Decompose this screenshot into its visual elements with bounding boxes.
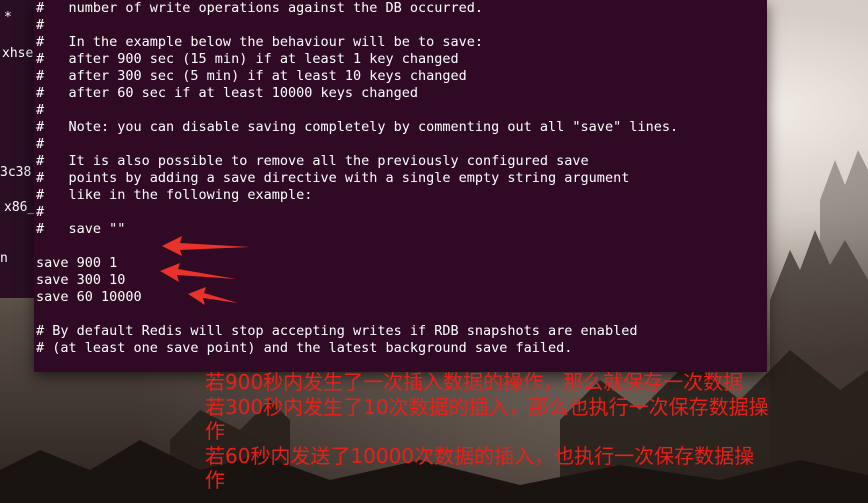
terminal-line: # save ""	[36, 221, 126, 237]
terminal-line: # (at least one save point) and the late…	[36, 340, 573, 356]
annotation-notes: 若900秒内发生了一次插入数据的操作，那么就保存一次数据 若300秒内发生了10…	[205, 370, 868, 493]
terminal-line: # Note: you can disable saving completel…	[36, 119, 679, 135]
terminal-line: # In the example below the behaviour wil…	[36, 34, 484, 50]
background-terminal-text: 3c38	[0, 165, 32, 180]
annotation-line: 若300秒内发生了10次数据的插入，那么也执行一次保存数据操	[205, 394, 769, 419]
terminal-line: # after 900 sec (15 min) if at least 1 k…	[36, 51, 459, 67]
background-terminal-text: n	[0, 251, 8, 266]
terminal-line: # It is also possible to remove all the …	[36, 153, 589, 169]
terminal-line: # after 300 sec (5 min) if at least 10 k…	[36, 68, 467, 84]
annotation-line: 若60秒内发送了10000次数据的插入，也执行一次保存数据操	[205, 443, 755, 468]
terminal-line: # like in the following example:	[36, 187, 313, 203]
terminal-line: # points by adding a save directive with…	[36, 170, 630, 186]
background-terminal-text: xhse	[2, 46, 34, 61]
save-directive-line: save 60 10000	[36, 289, 142, 305]
terminal-line: #	[36, 102, 45, 118]
terminal-content: # number of write operations against the…	[36, 0, 678, 357]
terminal-line: # after 60 sec if at least 10000 keys ch…	[36, 85, 419, 101]
save-directive-line: save 300 10	[36, 272, 126, 288]
annotation-line: 若900秒内发生了一次插入数据的操作，那么就保存一次数据	[205, 370, 744, 394]
red-arrow-icon	[188, 287, 238, 305]
terminal-window[interactable]: # number of write operations against the…	[34, 0, 767, 372]
terminal-line: #	[36, 136, 45, 152]
annotation-line: 作	[205, 468, 225, 492]
red-arrow-icon	[160, 263, 236, 282]
save-directive-line: save 900 1	[36, 255, 118, 271]
terminal-line: #	[36, 204, 45, 220]
background-terminal-text: *	[4, 10, 12, 25]
red-arrow-icon	[162, 236, 250, 256]
annotation-line: 作	[205, 419, 225, 443]
terminal-line: # number of write operations against the…	[36, 0, 484, 16]
terminal-line: # By default Redis will stop accepting w…	[36, 323, 638, 339]
terminal-line: #	[36, 17, 45, 33]
background-terminal-text: x86_	[4, 200, 36, 215]
